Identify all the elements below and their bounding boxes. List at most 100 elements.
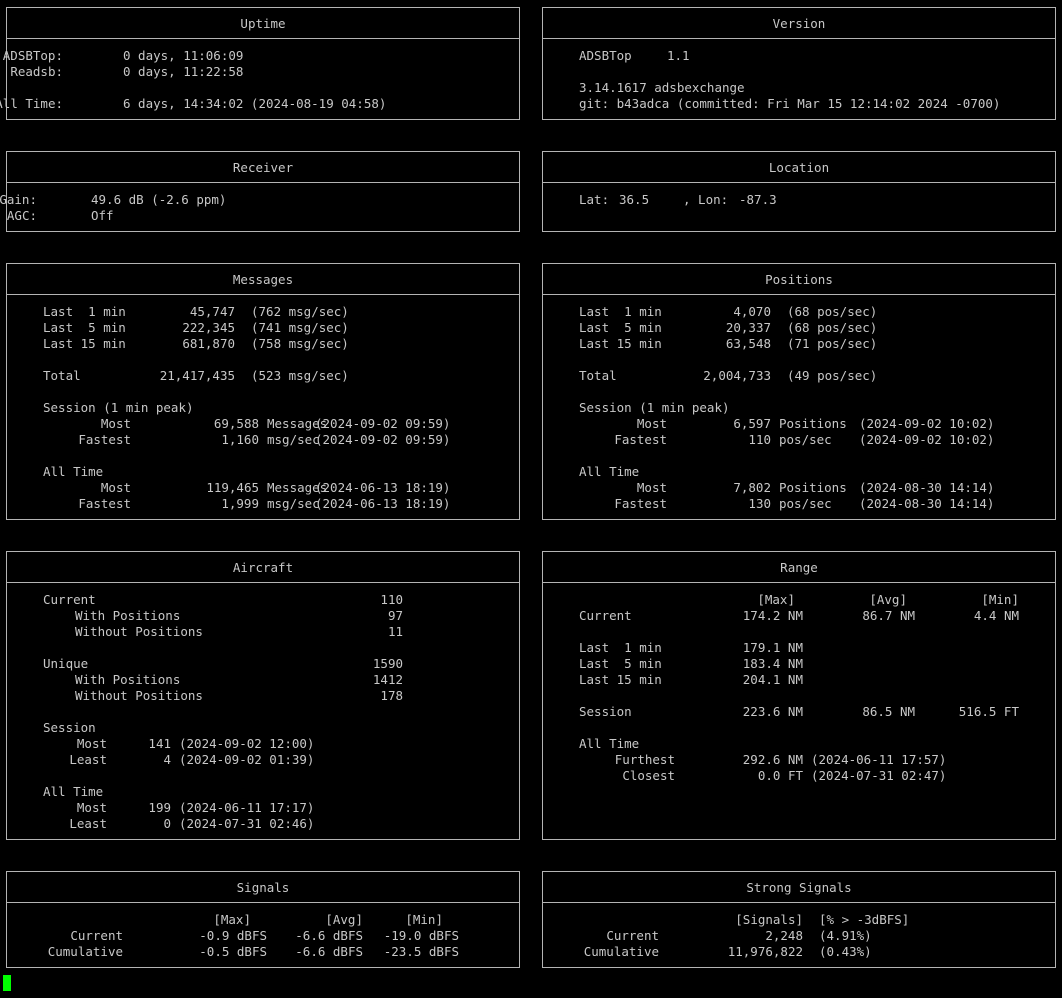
messages-session-fastest-unit: msg/sec xyxy=(267,432,320,447)
aircraft-current-value: 110 xyxy=(380,592,403,607)
signals-cumulative-avg: -6.6 dBFS xyxy=(295,944,363,959)
messages-session-most-value: 69,588 xyxy=(213,416,259,431)
messages-session-fastest-time: (2024-09-02 09:59) xyxy=(315,432,451,447)
aircraft-unique-without-value: 178 xyxy=(380,688,403,703)
strong-signals-current-pct: (4.91%) xyxy=(819,928,872,943)
range-header-min: [Min] xyxy=(981,592,1019,607)
aircraft-unique-label: Unique xyxy=(43,656,89,671)
aircraft-session-label: Session xyxy=(43,720,96,735)
aircraft-current-with-value: 97 xyxy=(387,608,403,623)
receiver-panel: Receiver Gain: 49.6 dB (-2.6 ppm) AGC: O… xyxy=(0,151,520,232)
positions-total-label: Total xyxy=(579,368,617,383)
aircraft-session-most-label: Most xyxy=(76,736,107,751)
aircraft-alltime-least-value: 0 xyxy=(163,816,171,831)
messages-title: Messages xyxy=(7,264,519,295)
range-header-max: [Max] xyxy=(757,592,795,607)
aircraft-unique-with-value: 1412 xyxy=(372,672,403,687)
aircraft-session-least-time: (2024-09-02 01:39) xyxy=(179,752,315,767)
receiver-title: Receiver xyxy=(7,152,519,183)
positions-row-label: Last 5 min xyxy=(579,320,662,335)
aircraft-current-label: Current xyxy=(43,592,96,607)
range-header-avg: [Avg] xyxy=(869,592,907,607)
location-title: Location xyxy=(543,152,1055,183)
positions-row-value: 63,548 xyxy=(725,336,771,351)
signals-header-max: [Max] xyxy=(213,912,251,927)
positions-row-rate: (68 pos/sec) xyxy=(787,304,878,319)
messages-total-value: 21,417,435 xyxy=(159,368,235,383)
positions-total-rate: (49 pos/sec) xyxy=(787,368,878,383)
range-title: Range xyxy=(543,552,1055,583)
positions-alltime-fastest-unit: pos/sec xyxy=(779,496,832,511)
signals-cumulative-min: -23.5 dBFS xyxy=(383,944,459,959)
signals-current-label: Current xyxy=(70,928,123,943)
messages-alltime-label: All Time xyxy=(43,464,104,479)
uptime-alltime-label: All Time: xyxy=(0,96,63,111)
positions-session-fastest-time: (2024-09-02 10:02) xyxy=(859,432,995,447)
aircraft-alltime-most-label: Most xyxy=(76,800,107,815)
range-row-max: 204.1 NM xyxy=(742,672,803,687)
messages-total-label: Total xyxy=(43,368,81,383)
positions-alltime-most-unit: Positions xyxy=(779,480,847,495)
aircraft-session-most-time: (2024-09-02 12:00) xyxy=(179,736,315,751)
messages-alltime-most-time: (2024-06-13 18:19) xyxy=(315,480,451,495)
positions-session-most-unit: Positions xyxy=(779,416,847,431)
aircraft-current-without-label: Without Positions xyxy=(75,624,203,639)
uptime-adsbtop-label: ADSBTop: xyxy=(2,48,63,63)
range-current-max: 174.2 NM xyxy=(742,608,803,623)
aircraft-alltime-least-label: Least xyxy=(69,816,107,831)
messages-row-label: Last 15 min xyxy=(43,336,126,351)
messages-row-rate: (741 msg/sec) xyxy=(251,320,349,335)
positions-session-fastest-value: 110 xyxy=(748,432,771,447)
range-closest-label: Closest xyxy=(622,768,675,783)
range-furthest-value: 292.6 NM xyxy=(742,752,803,767)
messages-alltime-fastest-time: (2024-06-13 18:19) xyxy=(315,496,451,511)
aircraft-session-least-value: 4 xyxy=(163,752,171,767)
signals-panel: Signals [Max] [Avg] [Min] Current -0.9 d… xyxy=(6,871,520,968)
messages-session-most-label: Most xyxy=(100,416,131,431)
range-row-max: 183.4 NM xyxy=(742,656,803,671)
aircraft-alltime-most-value: 199 xyxy=(148,800,171,815)
location-lon-value: -87.3 xyxy=(739,192,777,207)
messages-row-value: 222,345 xyxy=(182,320,235,335)
uptime-panel: Uptime ADSBTop: 0 days, 11:06:09 Readsb:… xyxy=(0,7,520,120)
positions-session-fastest-unit: pos/sec xyxy=(779,432,832,447)
aircraft-alltime-label: All Time xyxy=(43,784,104,799)
messages-total-rate: (523 msg/sec) xyxy=(251,368,349,383)
range-current-min: 4.4 NM xyxy=(973,608,1019,623)
messages-alltime-most-label: Most xyxy=(100,480,131,495)
aircraft-alltime-most-time: (2024-06-11 17:17) xyxy=(179,800,315,815)
messages-row-rate: (762 msg/sec) xyxy=(251,304,349,319)
messages-alltime-most-value: 119,465 xyxy=(206,480,259,495)
positions-row-value: 4,070 xyxy=(733,304,771,319)
range-row-label: Last 15 min xyxy=(579,672,662,687)
range-session-label: Session xyxy=(579,704,632,719)
strong-signals-current-label: Current xyxy=(606,928,659,943)
aircraft-unique-without-label: Without Positions xyxy=(75,688,203,703)
aircraft-unique-value: 1590 xyxy=(372,656,403,671)
positions-row-value: 20,337 xyxy=(725,320,771,335)
location-lon-label: , Lon: xyxy=(683,192,729,207)
positions-total-value: 2,004,733 xyxy=(703,368,771,383)
positions-alltime-fastest-value: 130 xyxy=(748,496,771,511)
signals-current-max: -0.9 dBFS xyxy=(199,928,267,943)
range-furthest-time: (2024-06-11 17:57) xyxy=(811,752,947,767)
messages-row-label: Last 1 min xyxy=(43,304,126,319)
positions-session-most-label: Most xyxy=(636,416,667,431)
range-closest-time: (2024-07-31 02:47) xyxy=(811,768,947,783)
version-adsbtop-value: 1.1 xyxy=(667,48,690,63)
strong-signals-cumulative-label: Cumulative xyxy=(583,944,659,959)
positions-alltime-most-label: Most xyxy=(636,480,667,495)
signals-title: Signals xyxy=(7,872,519,903)
receiver-gain-label: Gain: xyxy=(0,192,37,207)
range-panel: Range [Max] [Avg] [Min] Current 174.2 NM… xyxy=(542,551,1056,840)
positions-alltime-label: All Time xyxy=(579,464,640,479)
signals-current-avg: -6.6 dBFS xyxy=(295,928,363,943)
positions-row-rate: (68 pos/sec) xyxy=(787,320,878,335)
aircraft-session-most-value: 141 xyxy=(148,736,171,751)
range-row-label: Last 1 min xyxy=(579,640,662,655)
range-row-label: Last 5 min xyxy=(579,656,662,671)
uptime-title: Uptime xyxy=(7,8,519,39)
aircraft-current-without-value: 11 xyxy=(387,624,403,639)
receiver-gain-value: 49.6 dB (-2.6 ppm) xyxy=(91,192,227,207)
aircraft-title: Aircraft xyxy=(7,552,519,583)
